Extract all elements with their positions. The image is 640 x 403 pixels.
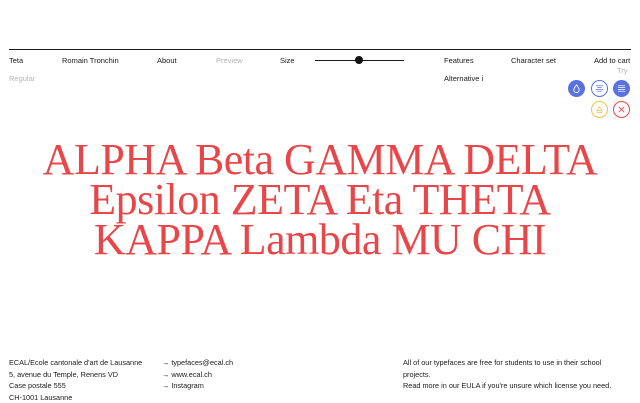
type-specimen[interactable]: ALPHA Beta GAMMA DELTA Epsilon ZETA Eta …	[0, 140, 640, 260]
footer-notice: All of our typefaces are free for studen…	[403, 357, 611, 392]
address-line: Case postale 555	[9, 380, 142, 392]
top-divider	[9, 49, 631, 50]
size-label: Size	[280, 56, 295, 65]
align-center-button[interactable]	[591, 80, 608, 97]
size-slider-thumb[interactable]	[355, 56, 363, 64]
eula-notice-line[interactable]: Read more in our EULA if you're unsure w…	[403, 380, 611, 392]
address-line: ECAL/Ecole cantonale d'art de Lausanne	[9, 357, 142, 369]
website-link[interactable]: → www.ecal.ch	[162, 369, 233, 381]
feature-selected[interactable]: Alternative i	[444, 74, 483, 83]
align-justify-icon	[617, 84, 626, 93]
nav-font-name[interactable]: Teta	[9, 56, 23, 65]
instagram-link[interactable]: → Instagram	[162, 380, 233, 392]
specimen-line[interactable]: ALPHA Beta GAMMA DELTA	[0, 140, 640, 180]
drop-icon	[572, 84, 581, 93]
nav-preview[interactable]: Preview	[216, 56, 243, 65]
invert-icon	[595, 105, 604, 114]
close-icon	[617, 105, 626, 114]
notice-line: projects.	[403, 369, 611, 381]
footer-links: → typefaces@ecal.ch → www.ecal.ch → Inst…	[162, 357, 233, 392]
email-link[interactable]: → typefaces@ecal.ch	[162, 357, 233, 369]
align-center-icon	[595, 84, 604, 93]
nav-character-set[interactable]: Character set	[511, 56, 556, 65]
notice-line: All of our typefaces are free for studen…	[403, 357, 611, 369]
style-label[interactable]: Regular	[9, 74, 35, 83]
try-link[interactable]: Try	[617, 66, 628, 75]
nav-about[interactable]: About	[157, 56, 177, 65]
add-to-cart-button[interactable]: Add to cart	[594, 56, 630, 65]
align-justify-button[interactable]	[613, 80, 630, 97]
address-line: CH-1001 Lausanne	[9, 392, 142, 403]
close-button[interactable]	[613, 101, 630, 118]
nav-features[interactable]: Features	[444, 56, 474, 65]
specimen-line[interactable]: Epsilon ZETA Eta THETA	[0, 180, 640, 220]
nav-designer[interactable]: Romain Tronchin	[62, 56, 119, 65]
specimen-line[interactable]: KAPPA Lambda MU CHI	[0, 220, 640, 260]
address-line: 5, avenue du Temple, Renens VD	[9, 369, 142, 381]
footer-address: ECAL/Ecole cantonale d'art de Lausanne 5…	[9, 357, 142, 403]
color-tool-button[interactable]	[568, 80, 585, 97]
invert-button[interactable]	[591, 101, 608, 118]
